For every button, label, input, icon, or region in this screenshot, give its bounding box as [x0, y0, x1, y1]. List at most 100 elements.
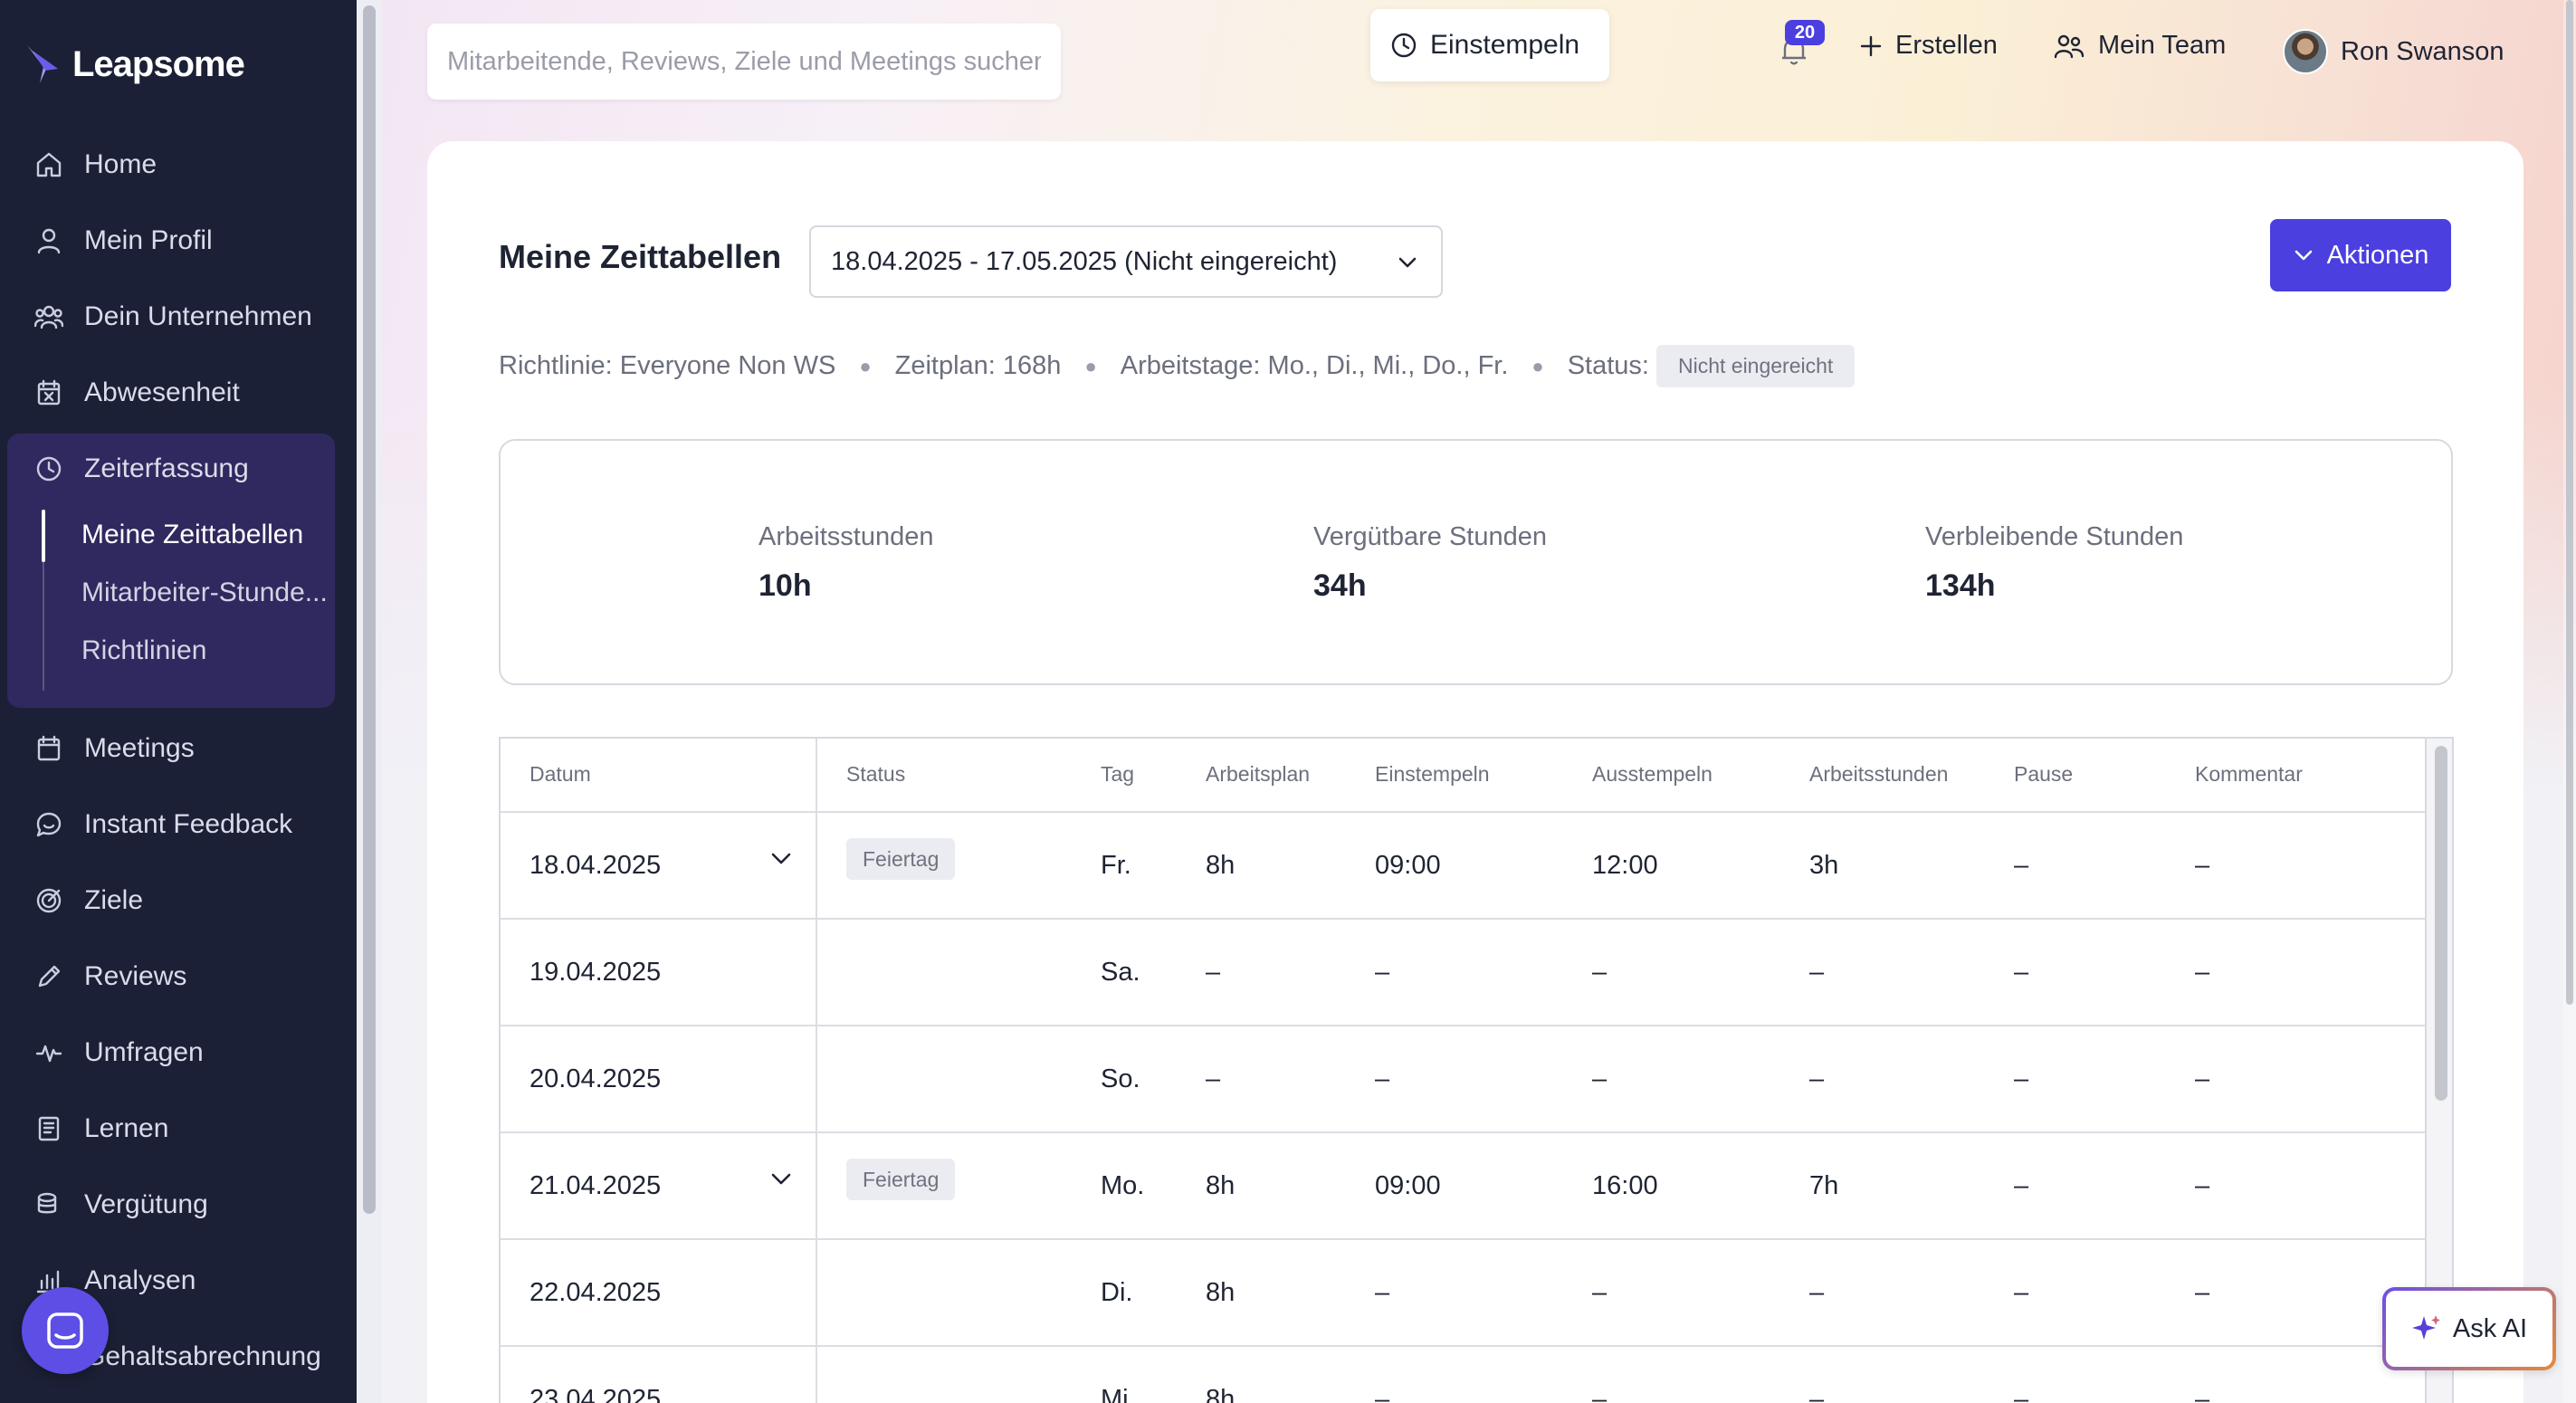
stat-remaining-hours: Verbleibende Stunden 134h	[1925, 522, 2183, 604]
sidebar-scrollbar[interactable]	[357, 0, 382, 1403]
cell-comment: –	[2195, 1064, 2210, 1093]
brand-name: Leapsome	[72, 43, 245, 84]
logo[interactable]: Leapsome	[25, 43, 245, 85]
sidebar-item-verguetung[interactable]: Vergütung	[0, 1172, 357, 1237]
cell-day: Sa.	[1101, 958, 1140, 987]
column-header-pause[interactable]: Pause	[2014, 762, 2073, 787]
cell-hours: 7h	[1809, 1171, 1839, 1200]
user-menu[interactable]: Ron Swanson	[2283, 29, 2504, 74]
avatar	[2283, 29, 2328, 74]
stat-value: 34h	[1313, 568, 1367, 603]
submenu-active-indicator	[42, 510, 45, 562]
column-header-tag[interactable]: Tag	[1101, 762, 1134, 787]
plus-icon	[1860, 35, 1882, 56]
sidebar-item-label: Vergütung	[84, 1189, 208, 1219]
table-row: 22.04.2025 Di. 8h – – – – –	[501, 1240, 2425, 1347]
coins-icon	[33, 1188, 65, 1221]
cell-comment: –	[2195, 1278, 2210, 1307]
sidebar-item-lernen[interactable]: Lernen	[0, 1096, 357, 1161]
ask-ai-button[interactable]: Ask AI	[2382, 1287, 2556, 1370]
create-label: Erstellen	[1895, 31, 1998, 60]
hours-summary: Arbeitsstunden 10h Vergütbare Stunden 34…	[499, 439, 2453, 685]
my-team-button[interactable]: Mein Team	[2053, 31, 2226, 61]
sidebar-subitem-richtlinien[interactable]: Richtlinien	[81, 635, 206, 666]
actions-button[interactable]: Aktionen	[2270, 219, 2451, 291]
holiday-badge: Feiertag	[846, 1159, 956, 1200]
cell-clock-in: –	[1375, 1278, 1390, 1307]
pulse-icon	[33, 1036, 65, 1069]
stat-billable-hours: Vergütbare Stunden 34h	[1313, 522, 1547, 604]
column-header-ausstempeln[interactable]: Ausstempeln	[1592, 762, 1713, 787]
sidebar-item-label: Umfragen	[84, 1037, 204, 1067]
sidebar-item-reviews[interactable]: Reviews	[0, 944, 357, 1009]
page-scrollbar-thumb[interactable]	[2566, 0, 2573, 1005]
table-row[interactable]: 18.04.2025 Fr. 8h 09:00 12:00 3h – – Feiertag	[501, 813, 2425, 920]
cell-clock-in: –	[1375, 958, 1390, 987]
clock-in-button[interactable]: Einstempeln	[1370, 9, 1609, 81]
notification-count-badge: 20	[1785, 20, 1825, 45]
cell-clock-in: –	[1375, 1064, 1390, 1093]
cell-plan: 8h	[1206, 1278, 1236, 1307]
sidebar-item-dein-unternehmen[interactable]: Dein Unternehmen	[0, 284, 357, 349]
separator-dot: ●	[1531, 354, 1544, 377]
sidebar-item-abwesenheit[interactable]: Abwesenheit	[0, 360, 357, 425]
cell-pause: –	[2014, 958, 2029, 987]
cell-comment: –	[2195, 958, 2210, 987]
page-title: Meine Zeittabellen	[499, 238, 782, 275]
cell-day: Mi.	[1101, 1385, 1136, 1403]
cell-hours: –	[1809, 1278, 1825, 1307]
column-header-arbeitsplan[interactable]: Arbeitsplan	[1206, 762, 1310, 787]
cell-pause: –	[2014, 1278, 2029, 1307]
stat-working-hours: Arbeitsstunden 10h	[758, 522, 933, 604]
calendar-x-icon	[33, 377, 65, 409]
home-icon	[33, 148, 65, 181]
sidebar-item-label: Reviews	[84, 961, 187, 991]
table-row: 19.04.2025 Sa. – – – – – –	[501, 920, 2425, 1026]
sidebar-item-instant-feedback[interactable]: Instant Feedback	[0, 792, 357, 857]
status-cell: Feiertag	[846, 838, 956, 880]
cell-comment: –	[2195, 1171, 2210, 1200]
sidebar-item-zeiterfassung[interactable]: Zeiterfassung	[0, 436, 357, 501]
separator-dot: ●	[859, 354, 872, 377]
sidebar-item-label: Dein Unternehmen	[84, 301, 312, 331]
cell-day: Mo.	[1101, 1171, 1145, 1200]
page-scrollbar[interactable]	[2563, 0, 2576, 1403]
support-chat-button[interactable]	[22, 1287, 109, 1374]
sidebar-item-umfragen[interactable]: Umfragen	[0, 1020, 357, 1085]
cell-hours: –	[1809, 1385, 1825, 1403]
cell-date: 23.04.2025	[530, 1385, 662, 1403]
period-select[interactable]: 18.04.2025 - 17.05.2025 (Nicht eingereic…	[809, 225, 1443, 298]
sidebar-item-ziele[interactable]: Ziele	[0, 868, 357, 933]
cell-plan: 8h	[1206, 1385, 1236, 1403]
sidebar-scrollbar-thumb[interactable]	[363, 5, 376, 1214]
column-header-status[interactable]: Status	[846, 762, 905, 787]
sidebar-subitem-meine-zeittabellen[interactable]: Meine Zeittabellen	[81, 520, 303, 550]
cell-clock-out: –	[1592, 1385, 1608, 1403]
cell-plan: –	[1206, 1064, 1221, 1093]
sidebar-item-meetings[interactable]: Meetings	[0, 716, 357, 781]
table-scrollbar-thumb[interactable]	[2435, 746, 2447, 1101]
cell-date: 18.04.2025	[530, 851, 662, 880]
sidebar-item-mein-profil[interactable]: Mein Profil	[0, 208, 357, 273]
row-expand-chevron-icon[interactable]	[768, 1166, 794, 1191]
search-input[interactable]	[427, 24, 1061, 100]
column-header-kommentar[interactable]: Kommentar	[2195, 762, 2303, 787]
global-search[interactable]	[427, 24, 1061, 100]
column-header-einstempeln[interactable]: Einstempeln	[1375, 762, 1490, 787]
cell-clock-in: –	[1375, 1385, 1390, 1403]
column-header-arbeitsstunden[interactable]: Arbeitsstunden	[1809, 762, 1948, 787]
sidebar-item-label: Mein Profil	[84, 225, 213, 255]
sidebar-item-label: Abwesenheit	[84, 377, 240, 407]
sidebar-item-home[interactable]: Home	[0, 132, 357, 197]
cell-hours: –	[1809, 958, 1825, 987]
table-row[interactable]: 21.04.2025 Mo. 8h 09:00 16:00 7h – – Feiertag	[501, 1133, 2425, 1240]
stat-label: Verbleibende Stunden	[1925, 522, 2184, 551]
cell-date: 22.04.2025	[530, 1278, 662, 1307]
sidebar-subitem-mitarbeiter-stunden[interactable]: Mitarbeiter-Stunde...	[81, 577, 328, 608]
column-header-datum[interactable]: Datum	[530, 762, 591, 787]
stat-label: Arbeitsstunden	[758, 522, 934, 551]
row-expand-chevron-icon[interactable]	[768, 845, 794, 871]
workdays-text: Arbeitstage: Mo., Di., Mi., Do., Fr.	[1120, 351, 1509, 380]
create-button[interactable]: Erstellen	[1859, 31, 1998, 61]
holiday-badge: Feiertag	[846, 838, 956, 880]
